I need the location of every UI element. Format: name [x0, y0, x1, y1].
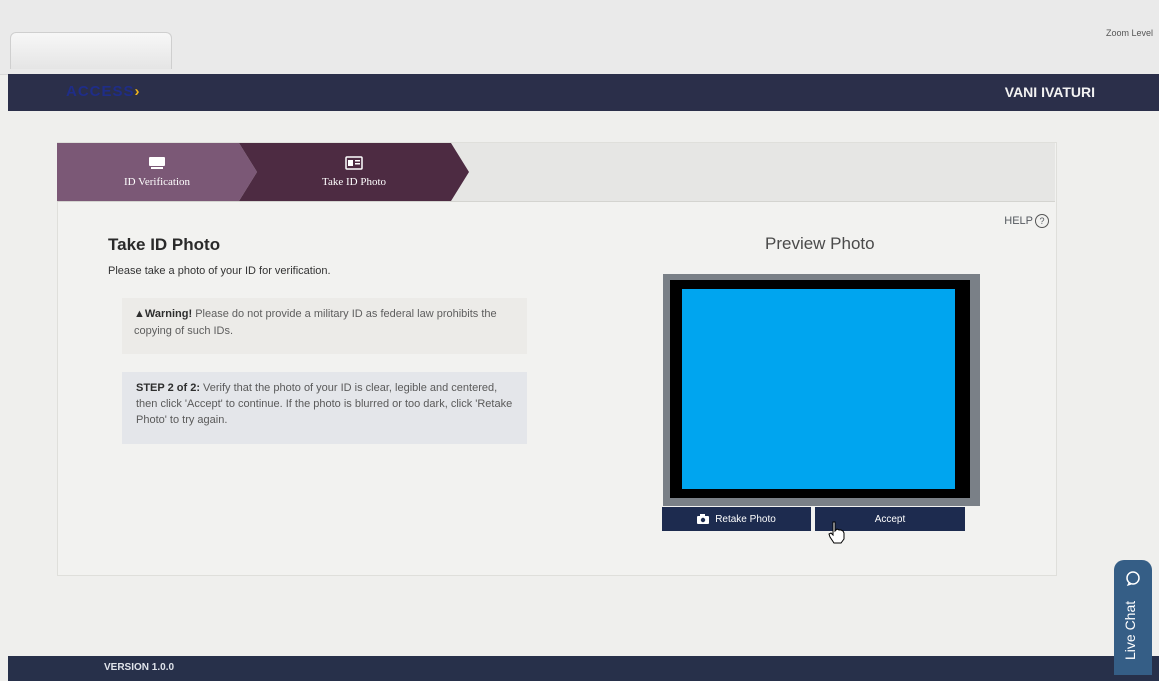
page-subtitle: Please take a photo of your ID for verif… [108, 265, 331, 277]
app-header: ACCESS› VANI IVATURI [8, 74, 1159, 111]
browser-top-strip: Zoom Level [0, 0, 1159, 75]
id-card-icon [149, 157, 165, 169]
logo[interactable]: ACCESS› [66, 83, 141, 100]
zoom-level-label: Zoom Level [1105, 28, 1153, 38]
accept-label: Accept [874, 513, 906, 525]
live-chat-button[interactable]: Live Chat [1114, 560, 1152, 675]
page-title: Take ID Photo [108, 235, 221, 254]
question-circle-icon: ? [1035, 214, 1049, 228]
warning-prefix: Warning! [144, 308, 193, 320]
step-id-verification[interactable]: ID Verification [57, 143, 257, 201]
photo-id-icon [345, 156, 363, 170]
logo-chevron-icon: › [134, 83, 141, 100]
instructions-box: STEP 2 of 2: Verify that the photo of yo… [122, 372, 527, 444]
screen: Zoom Level ACCESS› VANI IVATURI ID Verif… [0, 0, 1159, 681]
step-label: Take ID Photo [322, 176, 386, 188]
user-name[interactable]: VANI IVATURI [1005, 84, 1095, 100]
retake-photo-button[interactable]: Retake Photo [662, 507, 811, 531]
chat-bubble-icon [1126, 571, 1140, 586]
step-take-id-photo[interactable]: Take ID Photo [239, 143, 469, 201]
stepper: ID Verification Take ID Photo [57, 143, 1055, 202]
warning-icon: ▲ [134, 308, 145, 320]
version-label: VERSION 1.0.0 [104, 662, 175, 673]
hand-cursor-icon [828, 521, 845, 544]
logo-text: ACCESS [66, 83, 135, 100]
step-prefix: STEP 2 of 2: [136, 382, 200, 394]
camera-icon [697, 514, 710, 524]
preview-title: Preview Photo [765, 234, 875, 253]
step-label: ID Verification [123, 176, 191, 188]
preview-photo [682, 289, 955, 489]
help-label: HELP [1004, 215, 1033, 227]
browser-tab[interactable] [10, 32, 172, 69]
footer: VERSION 1.0.0 [8, 656, 1159, 681]
warning-box: ▲Warning! Please do not provide a milita… [122, 298, 527, 354]
live-chat-label: Live Chat [1122, 600, 1138, 660]
help-link[interactable]: HELP? [1004, 214, 1049, 228]
retake-photo-label: Retake Photo [715, 513, 776, 525]
